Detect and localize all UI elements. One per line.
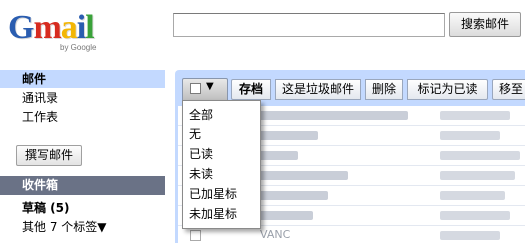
sender-text: VANC <box>260 228 291 241</box>
subject-placeholder <box>440 111 510 120</box>
sidebar-item-inbox[interactable]: 收件箱 <box>0 176 165 195</box>
subject-placeholder <box>440 131 500 140</box>
compose-button[interactable]: 撰写邮件 <box>16 145 82 166</box>
menu-item-unread[interactable]: 未读 <box>189 165 213 183</box>
menu-item-starred[interactable]: 已加星标 <box>189 185 237 203</box>
logo-letter-i: i <box>76 9 87 46</box>
sidebar-item-mail[interactable]: 邮件 <box>0 70 165 88</box>
caret-down-icon: ▼ <box>206 81 214 92</box>
subject-placeholder <box>440 191 505 200</box>
menu-item-read[interactable]: 已读 <box>189 145 213 163</box>
move-to-button[interactable]: 移至 <box>492 79 525 100</box>
by-google-text: by Google <box>60 43 97 52</box>
gmail-logo[interactable]: Gmail by Google <box>8 8 108 54</box>
logo-letter-l: l <box>85 9 95 46</box>
sender-placeholder <box>258 211 313 220</box>
sender-placeholder <box>258 191 328 200</box>
subject-placeholder <box>440 151 520 160</box>
sender-placeholder <box>258 131 318 140</box>
subject-placeholder <box>440 171 515 180</box>
subject-placeholder <box>440 211 510 220</box>
logo-letter-g: G <box>8 9 34 46</box>
subject-placeholder <box>440 231 500 240</box>
sidebar-item-tasks[interactable]: 工作表 <box>0 108 165 126</box>
mark-as-read-button[interactable]: 标记为已读 <box>407 79 488 100</box>
sidebar-more-labels[interactable]: 其他 7 个标签▼ <box>0 218 165 236</box>
sidebar-item-contacts[interactable]: 通讯录 <box>0 89 165 107</box>
select-menu: 全部 无 已读 未读 已加星标 未加星标 <box>182 100 261 229</box>
search-input[interactable] <box>173 13 445 37</box>
row-checkbox[interactable] <box>190 230 201 241</box>
delete-button[interactable]: 删除 <box>365 79 403 100</box>
menu-item-all[interactable]: 全部 <box>189 106 213 124</box>
sidebar-item-drafts[interactable]: 草稿 (5) <box>0 199 165 217</box>
archive-button[interactable]: 存档 <box>231 79 271 100</box>
gmail-wordmark: Gmail <box>8 8 95 48</box>
logo-letter-a: a <box>60 9 78 46</box>
report-spam-button[interactable]: 这是垃圾邮件 <box>275 79 361 100</box>
menu-item-none[interactable]: 无 <box>189 125 201 143</box>
sender-placeholder <box>258 151 298 160</box>
sender-placeholder <box>258 111 408 120</box>
select-checkbox[interactable] <box>190 83 201 94</box>
search-mail-button[interactable]: 搜索邮件 <box>449 12 521 37</box>
sender-placeholder <box>258 171 348 180</box>
select-dropdown-button[interactable]: ▼ <box>182 78 228 102</box>
logo-letter-m: m <box>33 9 61 46</box>
menu-item-unstarred[interactable]: 未加星标 <box>189 205 237 223</box>
